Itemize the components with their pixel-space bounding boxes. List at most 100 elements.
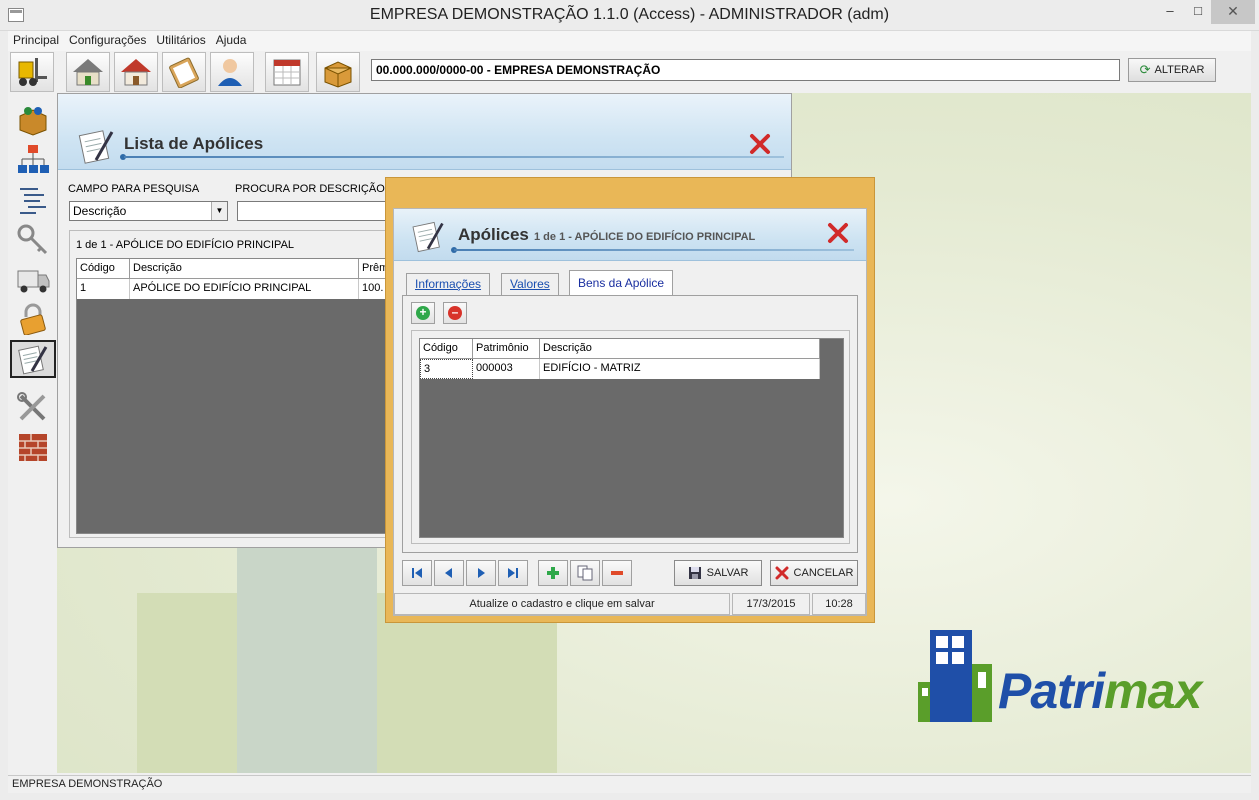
cancelar-label: CANCELAR (793, 567, 854, 579)
next-icon (478, 568, 485, 578)
dialog-body: Apólices 1 de 1 - APÓLICE DO EDIFÍCIO PR… (393, 208, 867, 616)
close-icon[interactable] (826, 221, 850, 245)
new-record-button[interactable] (538, 560, 568, 586)
tab-informacoes[interactable]: Informações (406, 273, 491, 295)
box-button[interactable] (316, 52, 360, 92)
window-frame-left (0, 31, 8, 800)
bricks-icon (19, 434, 47, 461)
previous-record-button[interactable] (434, 560, 464, 586)
toolbar: 00.000.000/0000-00 - EMPRESA DEMONSTRAÇÃ… (8, 51, 1251, 93)
tab-valores[interactable]: Valores (501, 273, 559, 295)
logo-text-max: max (1104, 663, 1202, 719)
grid-header: Código Descrição Prêm (77, 259, 399, 279)
patrimax-logo: Patrimax (916, 628, 1206, 728)
col-descricao[interactable]: Descrição (130, 259, 359, 279)
cell-codigo: 3 (420, 359, 473, 379)
close-icon[interactable] (748, 132, 772, 156)
sidebar-org-chart[interactable] (10, 140, 56, 178)
alterar-button[interactable]: ⟳ ALTERAR (1128, 58, 1216, 82)
org-chart-icon (18, 145, 49, 173)
last-record-button[interactable] (498, 560, 528, 586)
table-row[interactable]: 3 000003 EDIFÍCIO - MATRIZ (420, 359, 820, 379)
cell-descricao: APÓLICE DO EDIFÍCIO PRINCIPAL (130, 279, 359, 299)
menu-utilitarios[interactable]: Utilitários (151, 31, 210, 49)
sidebar-lock[interactable] (10, 300, 56, 338)
campo-select[interactable]: Descrição ▼ (69, 201, 228, 221)
col-descricao[interactable]: Descrição (540, 339, 820, 359)
add-item-button[interactable]: + (411, 302, 435, 324)
document-pen-icon (412, 221, 444, 253)
campo-label: CAMPO PARA PESQUISA (68, 183, 200, 195)
house-icon (73, 59, 103, 86)
cell-patrimonio: 000003 (473, 359, 540, 379)
tools-icon (17, 392, 46, 421)
col-codigo[interactable]: Código (77, 259, 130, 279)
menu-ajuda[interactable]: Ajuda (211, 31, 252, 49)
bens-grid[interactable]: Código Patrimônio Descrição 3 000003 EDI… (419, 338, 844, 538)
search-input[interactable] (237, 201, 397, 221)
record-navigator: SALVAR CANCELAR (402, 559, 858, 587)
menu-bar: Principal Configurações Utilitários Ajuda (8, 31, 1251, 51)
first-icon (412, 568, 422, 578)
company-field[interactable]: 00.000.000/0000-00 - EMPRESA DEMONSTRAÇÃ… (371, 59, 1120, 81)
results-count: 1 de 1 - APÓLICE DO EDIFÍCIO PRINCIPAL (76, 239, 295, 251)
close-window-button[interactable]: ✕ (1211, 0, 1255, 24)
apolices-dialog: Apólices 1 de 1 - APÓLICE DO EDIFÍCIO PR… (385, 177, 875, 623)
title-bar: EMPRESA DEMONSTRAÇÃO 1.1.0 (Access) - AD… (0, 0, 1259, 31)
box-icon (324, 61, 352, 88)
calendar-icon (273, 59, 301, 86)
remove-item-button[interactable]: – (443, 302, 467, 324)
user-button[interactable] (210, 52, 254, 92)
status-message: Atualize o cadastro e clique em salvar (394, 593, 730, 615)
dialog-header: Apólices 1 de 1 - APÓLICE DO EDIFÍCIO PR… (394, 209, 866, 261)
home-button[interactable] (114, 52, 158, 92)
sidebar-tree-list[interactable] (10, 180, 56, 218)
sidebar (8, 93, 57, 773)
header-divider (124, 156, 784, 158)
tree-list-icon (20, 188, 46, 214)
dialog-status-bar: Atualize o cadastro e clique em salvar 1… (394, 593, 866, 615)
col-codigo[interactable]: Código (420, 339, 473, 359)
document-pen-icon (78, 130, 114, 164)
status-date: 17/3/2015 (732, 593, 810, 615)
menu-configuracoes[interactable]: Configurações (64, 31, 151, 49)
apolices-grid[interactable]: Código Descrição Prêm 1 APÓLICE DO EDIFÍ… (76, 258, 399, 534)
clipboard-icon (169, 57, 199, 88)
forklift-icon (18, 58, 47, 86)
sidebar-apolices[interactable] (10, 340, 56, 378)
chevron-down-icon[interactable]: ▼ (211, 202, 227, 220)
clipboard-button[interactable] (162, 52, 206, 92)
window-title: EMPRESA DEMONSTRAÇÃO 1.1.0 (Access) - AD… (369, 6, 890, 23)
status-time: 10:28 (812, 593, 866, 615)
cell-descricao: EDIFÍCIO - MATRIZ (540, 359, 820, 379)
copy-record-button[interactable] (570, 560, 600, 586)
sidebar-truck[interactable] (10, 260, 56, 298)
cell-codigo: 1 (77, 279, 130, 299)
buildings-icon (918, 630, 992, 722)
next-record-button[interactable] (466, 560, 496, 586)
lista-title: Lista de Apólices (124, 134, 264, 153)
tab-bens-da-apolice[interactable]: Bens da Apólice (569, 270, 674, 295)
forklift-button[interactable] (10, 52, 54, 92)
sidebar-bricks[interactable] (10, 428, 56, 466)
lock-icon (20, 303, 46, 335)
header-divider (454, 249, 854, 251)
cancelar-button[interactable]: CANCELAR (770, 560, 858, 586)
dialog-subtitle: 1 de 1 - APÓLICE DO EDIFÍCIO PRINCIPAL (534, 231, 756, 243)
sidebar-keys[interactable] (10, 220, 56, 258)
calendar-button[interactable] (265, 52, 309, 92)
document-pen-icon (18, 345, 48, 375)
menu-principal[interactable]: Principal (8, 31, 64, 49)
sidebar-package[interactable] (10, 101, 56, 139)
delete-record-button[interactable] (602, 560, 632, 586)
minus-icon (611, 571, 623, 575)
table-row[interactable]: 1 APÓLICE DO EDIFÍCIO PRINCIPAL 100. (77, 279, 399, 299)
sidebar-tools[interactable] (10, 388, 56, 426)
salvar-button[interactable]: SALVAR (674, 560, 762, 586)
keys-icon (17, 224, 48, 255)
col-patrimonio[interactable]: Patrimônio (473, 339, 540, 359)
procura-label: PROCURA POR DESCRIÇÃO: (235, 183, 388, 195)
first-record-button[interactable] (402, 560, 432, 586)
home-icon (121, 59, 151, 86)
house-button[interactable] (66, 52, 110, 92)
